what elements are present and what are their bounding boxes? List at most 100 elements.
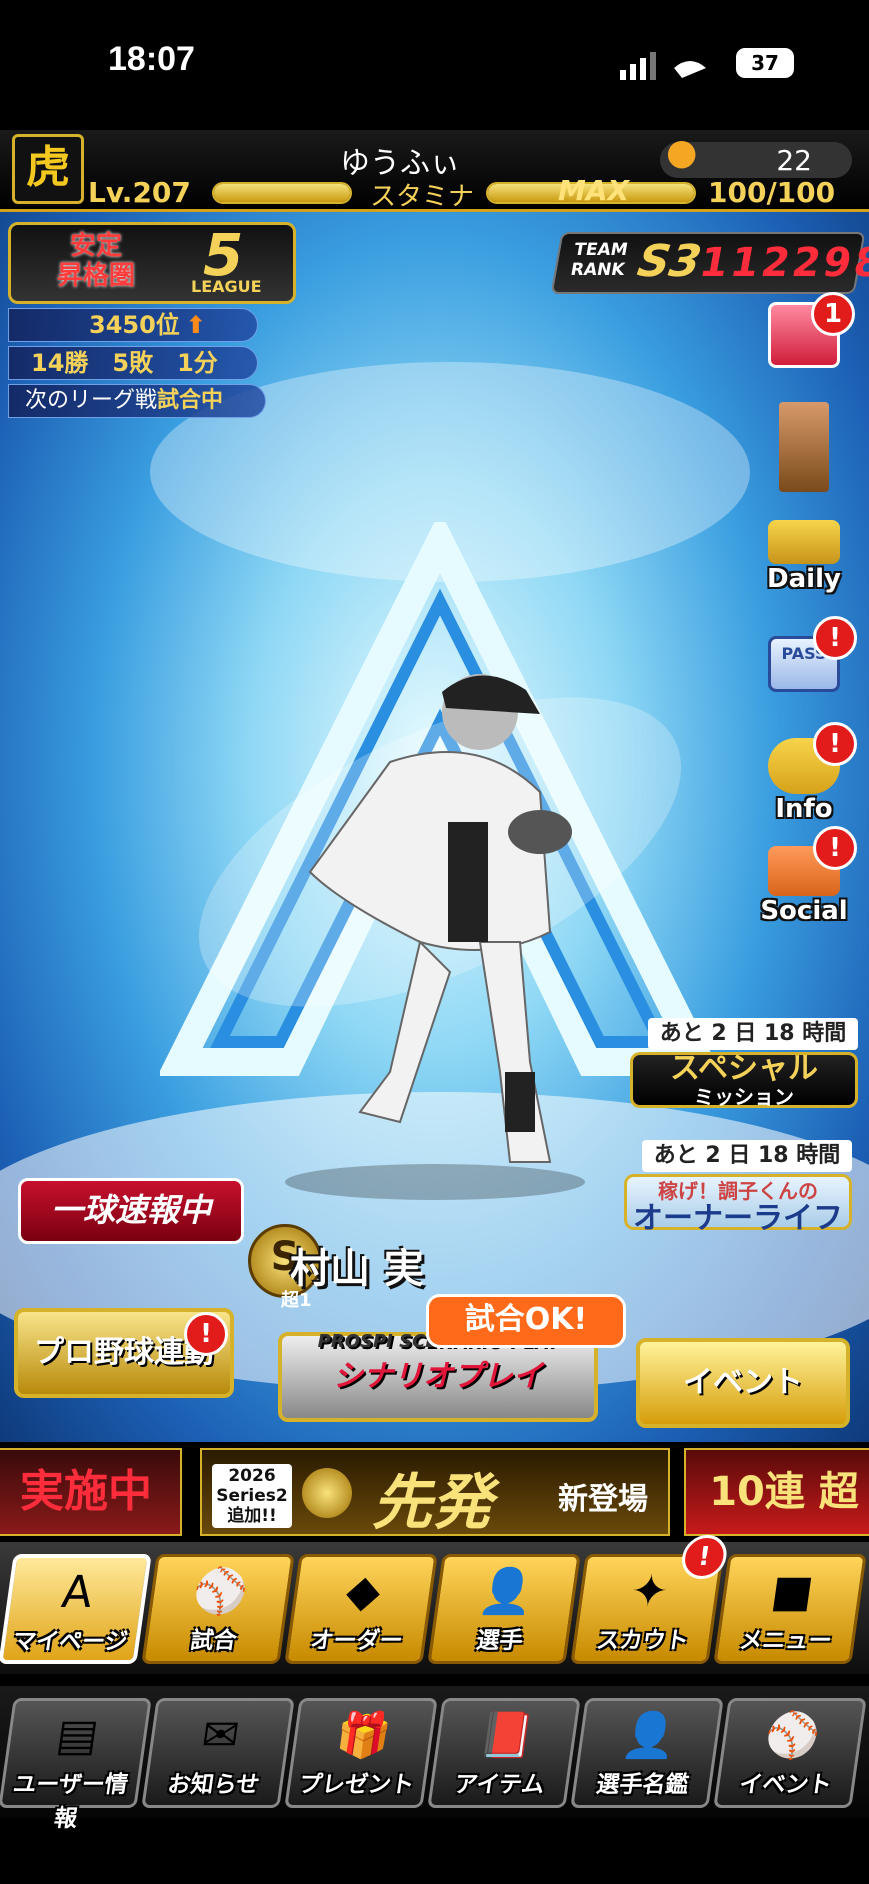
stamina-value: 100/100 <box>708 176 836 209</box>
banner-series-tag: 2026 Series2 追加!! <box>212 1464 292 1528</box>
nav-main-badge-4: ! <box>679 1535 730 1579</box>
owner-life-button[interactable]: あと 2 日 18 時間 稼げ！調子くんの オーナーライフ <box>624 1140 852 1240</box>
banner-new: 新登場 <box>558 1482 648 1517</box>
nav-main-item-2[interactable]: ◆ オーダー <box>284 1554 438 1664</box>
pro-baseball-badge: ! <box>184 1312 228 1356</box>
team-rank-label: TEAM RANK <box>569 240 630 280</box>
stamina-max-label: MAX <box>558 174 630 207</box>
signal-wifi-icons <box>620 52 706 80</box>
mission-countdown: あと 2 日 18 時間 <box>648 1018 858 1050</box>
hero-area: 安定 昇格圏 5 LEAGUE 3450位 ⬆ 14勝 5敗 1分 次のリーグ戦試合… <box>0 212 869 1442</box>
next-league-state: 試合中 <box>157 388 224 413</box>
nav-sub-icon-4: 👤 <box>618 1710 681 1761</box>
scenario-label: シナリオプレイ <box>333 1359 543 1394</box>
rank-up-arrow-icon: ⬆ <box>185 311 206 339</box>
player-header: 虎 ゆうふぃ ● 22 Lv.207 スタミナ MAX 100/100 <box>0 130 869 212</box>
league-rank: 3450位 ⬆ <box>8 308 258 342</box>
nav-main-icon-3: 👤 <box>475 1566 538 1617</box>
nav-sub-item-0[interactable]: ▤ ユーザー情報 <box>0 1698 152 1832</box>
nav-sub-item-4[interactable]: 👤 選手名鑑 <box>570 1698 724 1808</box>
coin-count: 22 <box>776 144 812 177</box>
special-mission-button[interactable]: あと 2 日 18 時間 スペシャル ミッション <box>630 1018 858 1118</box>
rank-value: 3450位 <box>89 311 180 339</box>
gift-button[interactable]: 1 <box>759 292 855 368</box>
nav-main-item-5[interactable]: ■ メニュー <box>713 1554 867 1664</box>
social-badge: ! <box>813 826 857 870</box>
nav-main-icon-2: ◆ <box>342 1566 384 1617</box>
trophy-button[interactable] <box>759 402 849 492</box>
coin-icon: ● <box>666 132 698 173</box>
nav-sub-icon-2: 🎁 <box>332 1710 395 1761</box>
nav-main-item-1[interactable]: ⚾ 試合 <box>141 1554 295 1664</box>
banner-center[interactable]: 2026 Series2 追加!! 先発 新登場 <box>200 1448 670 1538</box>
next-league-status: 次のリーグ戦試合中 <box>8 384 266 418</box>
nav-main-label-0: マイページ <box>11 1629 130 1655</box>
team-rank-grade: S3 <box>633 236 706 287</box>
player-figure <box>285 674 585 1200</box>
level-label: Lv.207 <box>88 176 191 209</box>
nav-main-item-3[interactable]: 👤 選手 <box>427 1554 581 1664</box>
nav-sub-label-2: プレゼント <box>297 1772 416 1798</box>
sub-nav: ▤ ユーザー情報 ✉ お知らせ 🎁 プレゼント 📕 アイテム 👤 選手名鑑 ⚾ イベント <box>0 1686 869 1832</box>
banner-right[interactable]: 10連 超 <box>684 1448 869 1536</box>
status-bar: 18:07 37 <box>0 0 869 130</box>
nav-sub-item-2[interactable]: 🎁 プレゼント <box>284 1698 438 1808</box>
nav-sub-item-1[interactable]: ✉ お知らせ <box>141 1698 295 1808</box>
nav-main-label-2: オーダー <box>308 1628 405 1654</box>
daily-button[interactable]: Daily <box>759 520 849 594</box>
nav-main-label-4: スカウト <box>594 1628 691 1654</box>
nav-main-label-3: 選手 <box>474 1628 525 1654</box>
daily-icon <box>768 520 840 564</box>
nav-main-icon-0: A <box>58 1567 96 1618</box>
nav-main-item-0[interactable]: A マイページ <box>0 1554 152 1664</box>
nav-sub-label-5: イベント <box>737 1772 834 1798</box>
nav-sub-label-3: アイテム <box>452 1772 547 1798</box>
stamina-label: スタミナ <box>370 182 475 212</box>
banner-title: 先発 <box>372 1468 492 1538</box>
league-word: LEAGUE <box>191 277 262 296</box>
info-badge: ! <box>813 722 857 766</box>
nav-sub-icon-0: ▤ <box>53 1710 102 1761</box>
team-logo[interactable]: 虎 <box>12 134 84 204</box>
league-status-panel[interactable]: 安定 昇格圏 5 LEAGUE <box>8 221 296 304</box>
event-button[interactable]: イベント <box>636 1338 850 1428</box>
game-screen: 18:07 37 虎 ゆうふぃ ● 22 Lv.207 スタミナ MAX 100… <box>0 0 869 1884</box>
next-league-label: 次のリーグ戦 <box>25 388 158 413</box>
live-update-badge[interactable]: 一球速報中 <box>18 1178 244 1244</box>
main-nav: A マイページ ⚾ 試合 ◆ オーダー 👤 選手 ✦ スカウト! ■ メニュー <box>0 1535 869 1674</box>
owner-title: 稼げ！調子くんの オーナーライフ <box>624 1174 852 1234</box>
nav-main-icon-5: ■ <box>768 1566 817 1617</box>
pass-button[interactable]: PASS ! <box>759 616 857 692</box>
coin-counter[interactable]: ● 22 <box>660 132 852 178</box>
league-status-line2: 昇格圏 <box>56 261 135 291</box>
daily-label: Daily <box>767 564 841 594</box>
nav-sub-icon-5: ⚾ <box>761 1710 824 1761</box>
nav-main-item-4[interactable]: ✦ スカウト! <box>570 1535 730 1664</box>
clock: 18:07 <box>108 40 195 78</box>
pass-badge: ! <box>813 616 857 660</box>
nav-main-icon-1: ⚾ <box>189 1566 252 1617</box>
gift-badge: 1 <box>811 292 855 336</box>
owner-countdown: あと 2 日 18 時間 <box>642 1140 852 1172</box>
nav-sub-icon-1: ✉ <box>198 1710 243 1761</box>
banner-left[interactable]: 実施中 <box>0 1448 182 1536</box>
nav-sub-item-3[interactable]: 📕 アイテム <box>427 1698 581 1808</box>
info-button[interactable]: Info ! <box>759 722 857 824</box>
team-rank-panel[interactable]: TEAM RANK S3 112298 <box>550 232 869 294</box>
nav-main-label-1: 試合 <box>188 1628 239 1654</box>
social-label: Social <box>760 896 848 926</box>
banner-strip: 実施中 2026 Series2 追加!! 先発 新登場 10連 超 <box>0 1442 869 1542</box>
info-label: Info <box>775 794 833 824</box>
social-button[interactable]: Social ! <box>759 826 857 926</box>
league-status-line1: 安定 昇格圏 <box>56 231 135 291</box>
nav-sub-icon-3: 📕 <box>475 1710 538 1761</box>
mission-title: スペシャル ミッション <box>630 1052 858 1109</box>
team-rank-value: 112298 <box>695 240 869 286</box>
nav-sub-item-5[interactable]: ⚾ イベント <box>713 1698 867 1808</box>
league-record: 14勝 5敗 1分 <box>8 346 258 380</box>
nav-sub-label-1: お知らせ <box>165 1772 262 1798</box>
mission-subtitle: ミッション <box>694 1085 794 1109</box>
nav-main-label-5: メニュー <box>737 1628 834 1654</box>
trophy-icon <box>779 402 829 492</box>
nav-sub-label-0: ユーザー情報 <box>11 1772 130 1832</box>
